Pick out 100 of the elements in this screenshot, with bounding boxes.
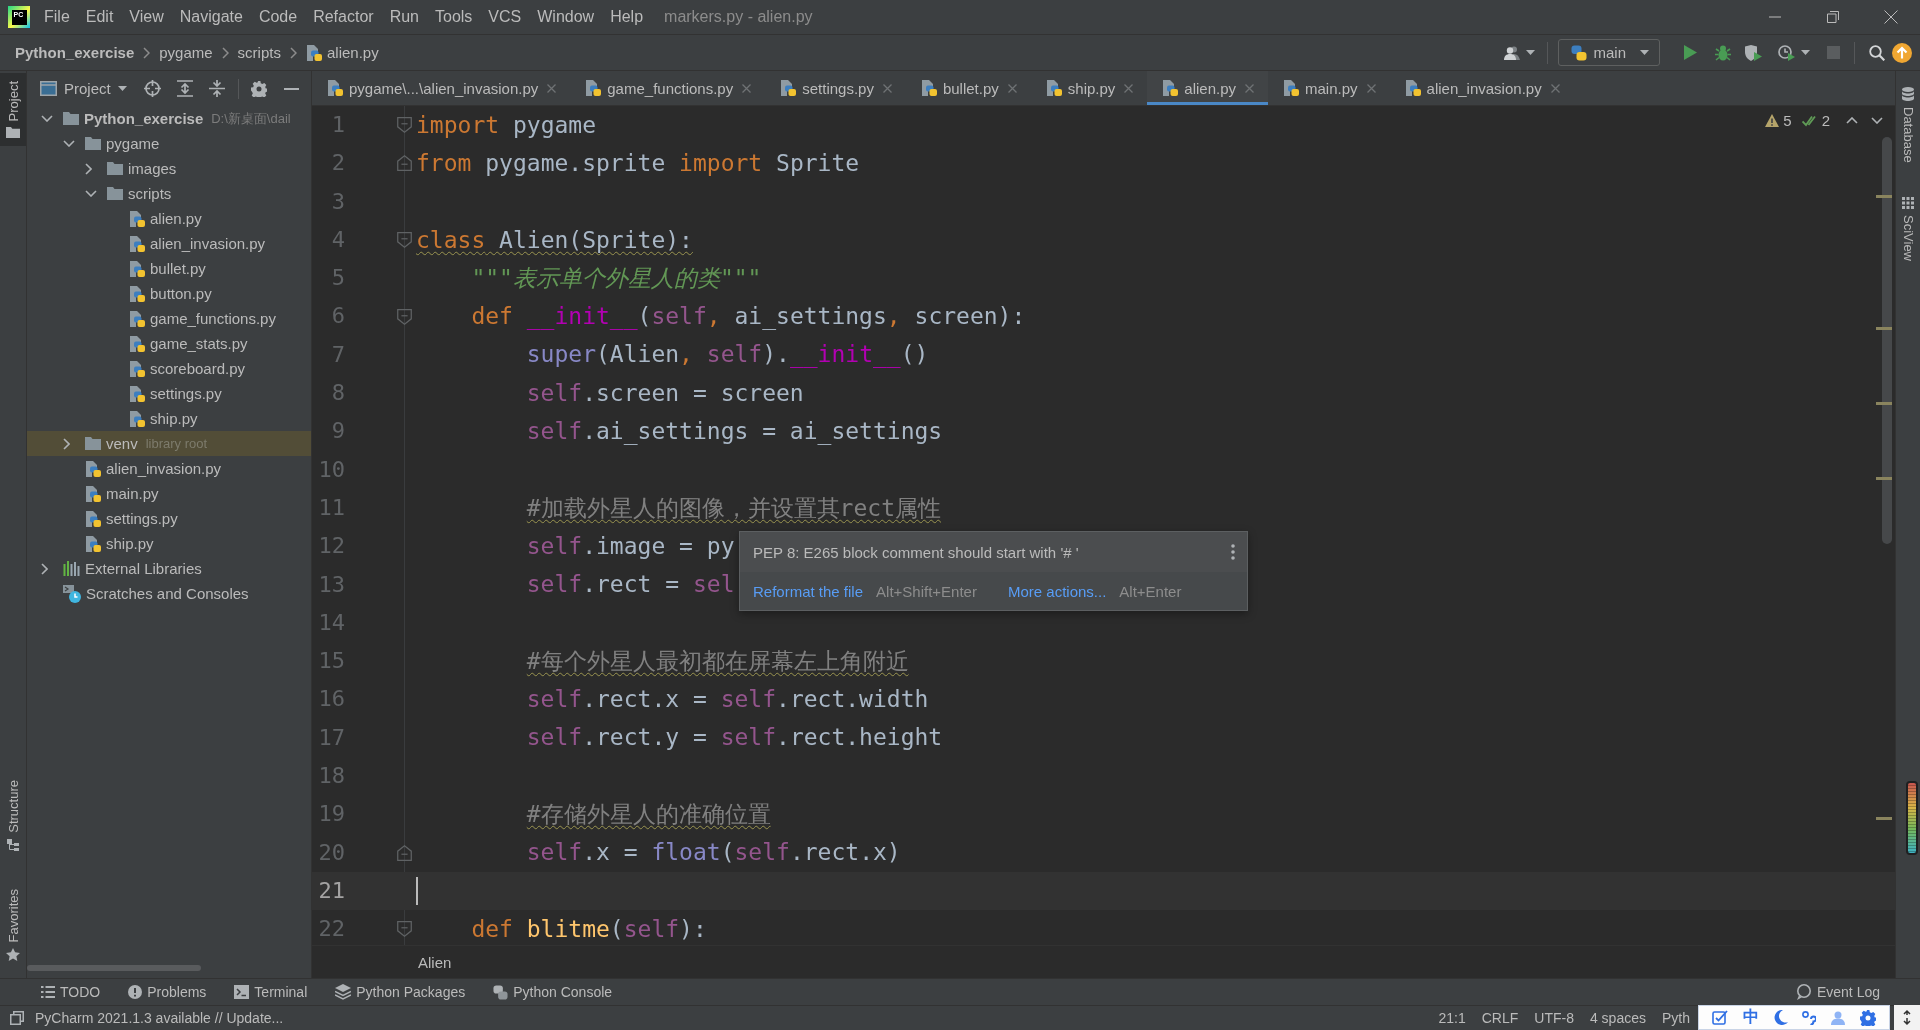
chevron-up-icon[interactable] (1846, 117, 1858, 124)
tree-item[interactable]: ship.py (27, 531, 311, 556)
bug-icon[interactable] (1715, 44, 1731, 61)
close-icon[interactable] (742, 83, 752, 93)
tool-window-button[interactable]: Python Console (485, 979, 621, 1005)
tree-item[interactable]: main.py (27, 481, 311, 506)
fold-marker-icon[interactable] (397, 117, 412, 134)
run-config-dropdown[interactable]: main (1558, 39, 1660, 66)
chevron-down-icon[interactable] (41, 115, 53, 122)
close-icon[interactable] (1124, 83, 1134, 93)
menu-item[interactable]: Help (602, 2, 652, 32)
collapse-all-icon[interactable] (208, 80, 225, 97)
check-counter[interactable]: 2 (1801, 112, 1830, 129)
tool-window-button[interactable]: Event Log (1787, 979, 1888, 1005)
tree-item[interactable]: images (27, 156, 311, 181)
tool-window-button[interactable]: Problems (120, 979, 215, 1005)
crosshair-icon[interactable] (143, 80, 161, 97)
close-icon[interactable] (1366, 83, 1376, 93)
clock-play-icon[interactable] (1778, 44, 1795, 61)
tree-item[interactable]: game_stats.py (27, 331, 311, 356)
fold-marker-icon[interactable] (397, 308, 412, 325)
menu-item[interactable]: Navigate (171, 2, 251, 32)
fold-marker-icon[interactable] (397, 921, 412, 938)
status-item[interactable]: 4 spaces (1581, 1010, 1654, 1026)
breadcrumb-item[interactable]: Python_exercise (15, 44, 135, 61)
arrows-icon[interactable] (1894, 1005, 1920, 1030)
tool-window-tab[interactable]: Structure (0, 771, 26, 859)
chevron-right-icon[interactable] (85, 162, 92, 175)
menu-item[interactable]: Tools (427, 2, 481, 32)
status-item[interactable]: UTF-8 (1526, 1010, 1582, 1026)
breadcrumb-item[interactable]: scripts (237, 44, 281, 61)
tree-item[interactable]: alien_invasion.py (27, 231, 311, 256)
expand-all-icon[interactable] (176, 80, 193, 97)
close-icon[interactable] (1550, 83, 1560, 93)
close-icon[interactable] (882, 83, 892, 93)
chevron-down-icon[interactable] (63, 140, 75, 147)
menu-item[interactable]: Window (529, 2, 603, 32)
play-icon[interactable] (1684, 45, 1697, 60)
gear-icon[interactable] (250, 80, 267, 97)
person-icon[interactable] (1830, 1010, 1845, 1025)
tool-window-tab[interactable]: SciView (1896, 188, 1920, 269)
chevron-down-icon[interactable] (1871, 117, 1883, 124)
caret-icon[interactable] (1801, 50, 1810, 55)
editor-tab[interactable]: main.py (1268, 71, 1390, 105)
tool-window-button[interactable]: Terminal (226, 979, 316, 1005)
breadcrumb-item[interactable]: alien.py (305, 44, 379, 61)
search-icon[interactable] (1869, 44, 1885, 61)
tree-item[interactable]: pygame (27, 131, 311, 156)
moon-icon[interactable] (1773, 1010, 1788, 1025)
tree-item[interactable]: alien_invasion.py (27, 456, 311, 481)
tree-item[interactable]: button.py (27, 281, 311, 306)
status-item[interactable]: CRLF (1473, 1010, 1527, 1026)
gear-icon[interactable] (1859, 1009, 1876, 1026)
fold-marker-icon[interactable] (397, 155, 412, 172)
chevron-down-icon[interactable] (85, 190, 97, 197)
fold-marker-icon[interactable] (397, 232, 412, 249)
tree-item[interactable]: game_functions.py (27, 306, 311, 331)
tree-item[interactable]: settings.py (27, 506, 311, 531)
menu-item[interactable]: Run (381, 2, 427, 32)
close-icon[interactable] (1007, 83, 1017, 93)
stacked-squares-icon[interactable] (10, 1011, 24, 1025)
punctuation-icon[interactable] (1802, 1010, 1817, 1025)
tree-item[interactable]: ship.py (27, 406, 311, 431)
tool-window-tab[interactable]: Database (1896, 79, 1920, 171)
tree-item[interactable]: scoreboard.py (27, 356, 311, 381)
tool-window-tab[interactable]: Project (0, 73, 26, 147)
editor-tab[interactable]: bullet.py (905, 71, 1031, 105)
editor-tab[interactable]: alien.py (1147, 71, 1269, 105)
close-icon[interactable] (547, 83, 557, 93)
status-message[interactable]: PyCharm 2021.1.3 available // Update... (35, 1010, 284, 1026)
scrollbar-thumb[interactable] (27, 965, 201, 971)
tree-item[interactable]: scripts (27, 181, 311, 206)
menu-item[interactable]: Edit (77, 2, 122, 32)
minimize-icon[interactable] (283, 87, 299, 90)
breadcrumb-item[interactable]: Alien (418, 953, 452, 971)
editor-tab[interactable]: alien_invasion.py (1389, 71, 1574, 105)
caret-icon[interactable] (1526, 50, 1536, 55)
menu-item[interactable]: File (36, 2, 78, 32)
warning-counter[interactable]: 5 (1765, 112, 1792, 129)
tool-window-tab[interactable]: Favorites (0, 880, 26, 969)
action-link[interactable]: More actions... (1007, 582, 1107, 600)
breadcrumb-item[interactable]: pygame (159, 44, 213, 61)
kebab-menu-icon[interactable] (1231, 544, 1235, 560)
editor-tab[interactable]: ship.py (1030, 71, 1148, 105)
tree-item[interactable]: alien.py (27, 206, 311, 231)
menu-item[interactable]: Code (250, 2, 306, 32)
tool-window-button[interactable]: TODO (33, 979, 109, 1005)
fold-marker-icon[interactable] (397, 844, 412, 861)
chevron-right-icon[interactable] (63, 437, 70, 450)
menu-item[interactable]: View (121, 2, 172, 32)
tree-item[interactable]: bullet.py (27, 256, 311, 281)
status-item[interactable]: 21:1 (1430, 1010, 1474, 1026)
tool-window-button[interactable]: Python Packages (327, 979, 474, 1005)
editor-tab[interactable]: game_functions.py (570, 71, 766, 105)
project-view-dropdown[interactable]: Project (40, 80, 127, 97)
checkbox-icon[interactable] (1712, 1009, 1729, 1026)
chevron-right-icon[interactable] (41, 562, 48, 575)
menu-item[interactable]: Refactor (305, 2, 382, 32)
scrollbar-thumb[interactable] (1882, 137, 1892, 544)
editor-tab[interactable]: settings.py (765, 71, 906, 105)
